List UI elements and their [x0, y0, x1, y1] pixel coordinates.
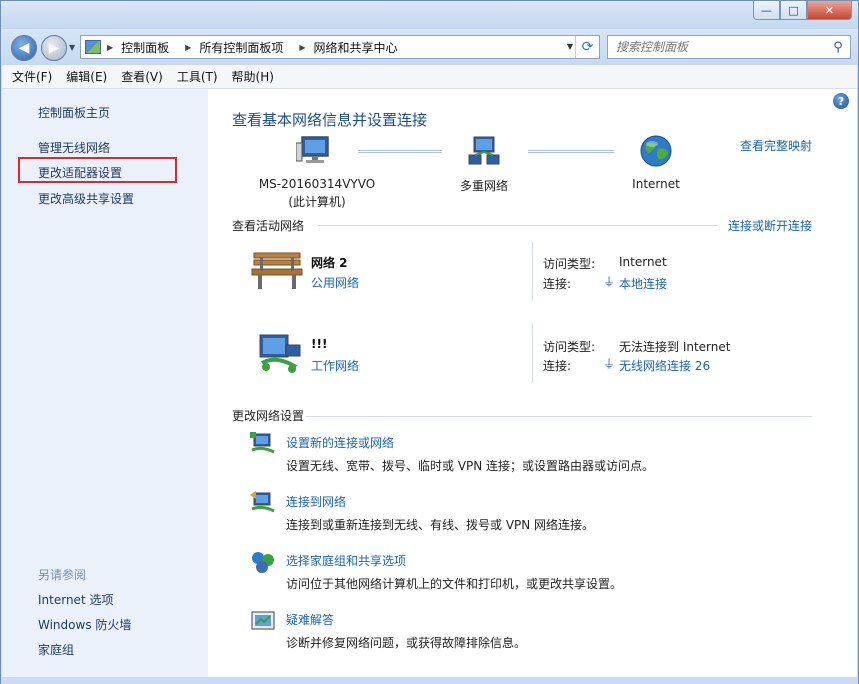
sidebar-item-manage-wireless[interactable]: 管理无线网络: [38, 139, 110, 156]
multiple-networks-label: 多重网络: [459, 179, 508, 193]
recent-pages-dropdown-icon[interactable]: ▼: [69, 43, 75, 52]
task-homegroup-desc: 访问位于其他网络计算机上的文件和打印机，或更改共享设置。: [286, 577, 623, 591]
forward-arrow-icon: ▶: [48, 40, 60, 56]
search-input[interactable]: [608, 37, 826, 57]
network-2-type-link[interactable]: 工作网络: [311, 357, 359, 374]
vertical-separator: [532, 323, 533, 383]
view-full-map-link[interactable]: 查看完整映射: [740, 137, 812, 154]
page-title: 查看基本网络信息并设置连接: [232, 111, 428, 129]
network-2-connection-link[interactable]: 无线网络连接 26: [619, 357, 710, 374]
close-button[interactable]: ✕: [807, 1, 852, 20]
menu-view[interactable]: 查看(V): [121, 68, 163, 85]
map-connector-line: [528, 150, 614, 153]
network-1-type-link[interactable]: 公用网络: [311, 274, 359, 291]
active-networks-heading: 查看活动网络: [232, 219, 305, 233]
network-2-name: !!!: [311, 337, 328, 351]
network-1-connection-link[interactable]: 本地连接: [619, 275, 667, 292]
internet-globe-icon: [640, 135, 672, 167]
address-box[interactable]: ▶ 控制面板 ▶ 所有控制面板项 ▶ 网络和共享中心 ▼ ⟳: [80, 35, 600, 59]
refresh-button[interactable]: ⟳: [575, 36, 599, 58]
map-connector-line: [358, 150, 442, 153]
highlight-box: [18, 157, 177, 183]
task-setup-connection-link[interactable]: 设置新的连接或网络: [286, 434, 394, 451]
chevron-right-icon[interactable]: ▶: [185, 43, 191, 52]
search-box[interactable]: ⚲: [607, 35, 851, 59]
window-bottom-border: [1, 677, 858, 684]
see-also-internet-options[interactable]: Internet 选项: [38, 591, 113, 608]
network-1-name: 网络 2: [311, 256, 348, 270]
refresh-icon: ⟳: [581, 39, 594, 55]
vertical-separator: [532, 241, 533, 301]
section-divider: [306, 416, 812, 417]
chevron-right-icon[interactable]: ▶: [107, 43, 113, 52]
address-toolbar: ◀ ▶ ▼ ▶ 控制面板 ▶ 所有控制面板项 ▶ 网络和共享中心 ▼ ⟳ ⚲: [1, 29, 858, 65]
back-button[interactable]: ◀: [11, 35, 37, 61]
see-also-homegroup[interactable]: 家庭组: [38, 641, 74, 658]
forward-button[interactable]: ▶: [41, 35, 67, 61]
search-icon[interactable]: ⚲: [826, 40, 850, 55]
task-connect-network-desc: 连接到或重新连接到无线、有线、拨号或 VPN 网络连接。: [286, 518, 595, 532]
section-divider: [318, 225, 718, 226]
title-bar: — □ ✕: [1, 1, 858, 29]
control-panel-icon: [85, 40, 101, 54]
network-2-access-value: 无法连接到 Internet: [619, 340, 731, 354]
help-icon[interactable]: ?: [833, 93, 849, 109]
sidebar-home-link[interactable]: 控制面板主页: [38, 104, 110, 121]
work-network-icon: [259, 334, 301, 373]
computer-subtitle: (此计算机): [288, 195, 346, 209]
breadcrumb-control-panel[interactable]: 控制面板: [121, 39, 169, 56]
see-also-windows-firewall[interactable]: Windows 防火墙: [38, 616, 131, 633]
network-1-connection-label: 连接:: [543, 277, 572, 291]
menu-help[interactable]: 帮助(H): [232, 68, 274, 85]
chevron-right-icon[interactable]: ▶: [299, 43, 305, 52]
back-arrow-icon: ◀: [18, 40, 30, 56]
breadcrumb-all-items[interactable]: 所有控制面板项: [199, 39, 283, 56]
change-settings-heading: 更改网络设置: [232, 409, 305, 423]
task-connect-network-link[interactable]: 连接到网络: [286, 493, 346, 510]
task-troubleshoot-desc: 诊断并修复网络问题，或获得故障排除信息。: [286, 636, 527, 650]
task-setup-connection-desc: 设置无线、宽带、拨号、临时或 VPN 连接；或设置路由器或访问点。: [286, 459, 655, 473]
task-homegroup-link[interactable]: 选择家庭组和共享选项: [286, 552, 406, 569]
public-network-bench-icon: [251, 252, 303, 289]
menu-edit[interactable]: 编辑(E): [66, 68, 107, 85]
task-troubleshoot-link[interactable]: 疑难解答: [286, 611, 334, 628]
connect-to-network-icon: [250, 491, 275, 513]
breadcrumb-network-center[interactable]: 网络和共享中心: [314, 39, 398, 56]
homegroup-icon: [252, 552, 274, 573]
menu-bar: 文件(F) 编辑(E) 查看(V) 工具(T) 帮助(H): [2, 65, 857, 89]
menu-file[interactable]: 文件(F): [12, 68, 52, 85]
window: — □ ✕ ◀ ▶ ▼ ▶ 控制面板 ▶ 所有控制面板项 ▶ 网络和共享中心 ▼ ⟳ …: [0, 0, 859, 684]
troubleshoot-icon: [251, 611, 275, 630]
network-2-access-label: 访问类型:: [543, 340, 596, 354]
sidebar-item-advanced-sharing[interactable]: 更改高级共享设置: [38, 190, 134, 207]
multiple-networks-icon: [468, 136, 500, 165]
address-dropdown-icon[interactable]: ▼: [567, 42, 573, 51]
computer-name: MS-20160314VYVO: [258, 177, 376, 191]
connect-disconnect-link[interactable]: 连接或断开连接: [728, 217, 812, 234]
menu-tools[interactable]: 工具(T): [177, 68, 218, 85]
sidebar: 控制面板主页 管理无线网络 更改适配器设置 更改高级共享设置 另请参阅 Inte…: [2, 89, 208, 677]
ethernet-plug-icon: ⏚: [603, 275, 616, 289]
new-connection-icon: [250, 432, 275, 454]
wireless-signal-icon: ⏚: [603, 357, 616, 371]
network-1-access-label: 访问类型:: [543, 257, 596, 271]
network-2-connection-label: 连接:: [543, 359, 572, 373]
network-1-access-value: Internet: [619, 255, 667, 269]
internet-label: Internet: [632, 177, 680, 191]
maximize-button[interactable]: □: [780, 1, 807, 20]
minimize-button[interactable]: —: [753, 1, 780, 20]
computer-icon: [296, 136, 329, 163]
see-also-heading: 另请参阅: [38, 568, 87, 582]
main-content: ? 查看基本网络信息并设置连接 查看完整映射 MS-20160314VYVO (…: [208, 89, 857, 677]
